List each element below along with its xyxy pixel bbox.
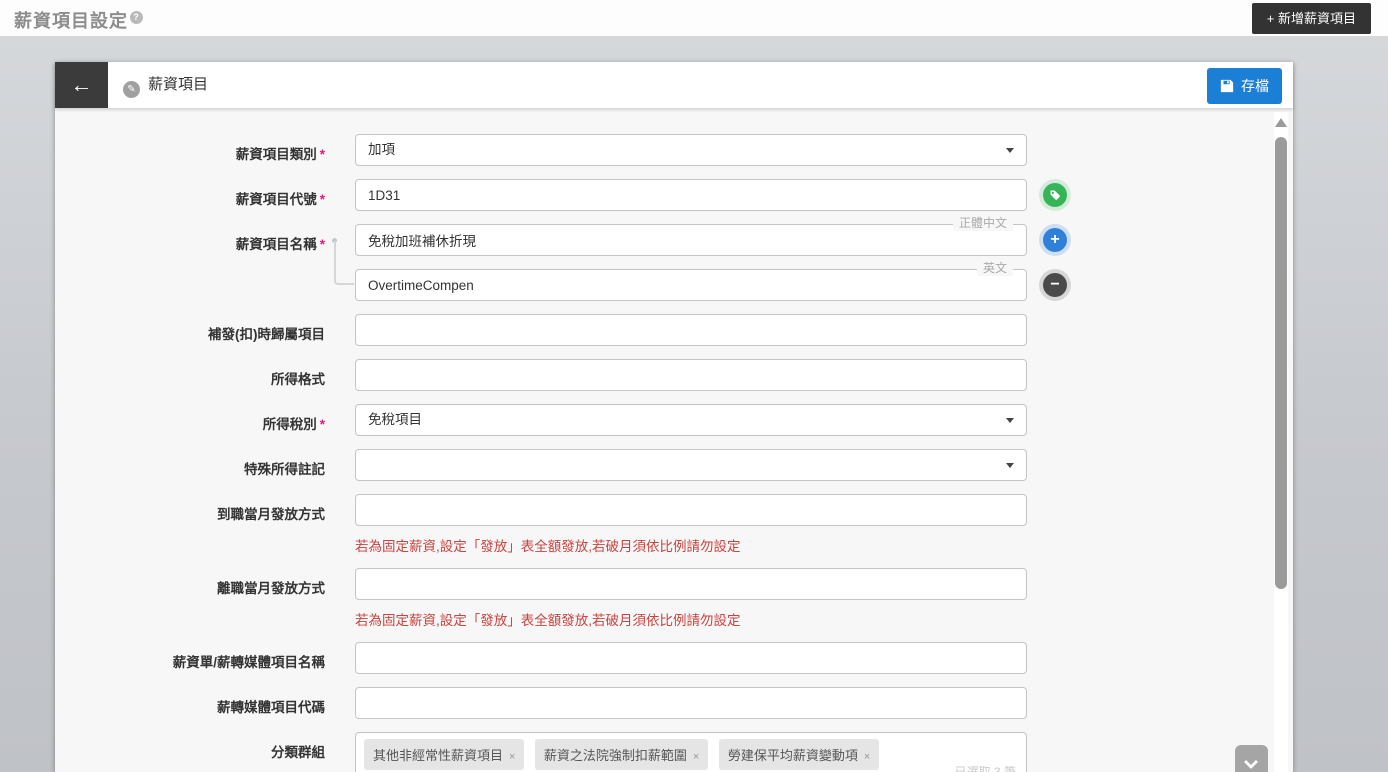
remove-language-button[interactable]: − bbox=[1043, 273, 1067, 297]
category-select[interactable]: 加項 bbox=[355, 134, 1027, 166]
selected-count: 已選取 3 筆 bbox=[954, 765, 1016, 772]
name-zh-tag: 正體中文 bbox=[952, 216, 1013, 231]
name-label: 薪資項目名稱 * bbox=[235, 237, 325, 252]
row-income-format: 所得格式 bbox=[55, 359, 1293, 391]
chevron-down-icon bbox=[1006, 418, 1014, 423]
row-tax-type: 所得稅別 * 免稅項目 bbox=[55, 404, 1293, 436]
tag-remove-icon[interactable]: × bbox=[693, 751, 699, 763]
required-asterisk: * bbox=[319, 237, 325, 252]
row-name: 薪資項目名稱* 正體中文 + 英文 − bbox=[55, 216, 1293, 301]
scrollbar-thumb[interactable] bbox=[1275, 137, 1287, 589]
back-arrow-icon: ← bbox=[70, 72, 93, 97]
row-payslip-name: 薪資單/薪轉媒體項目名稱 bbox=[55, 642, 1293, 674]
plus-icon: + bbox=[1050, 231, 1060, 248]
group-tag: 其他非經常性薪資項目 × bbox=[364, 739, 525, 770]
name-en-tag: 英文 bbox=[976, 261, 1013, 276]
row-offboard-pay: 離職當月發放方式 若為固定薪資,設定「發放」表全額發放,若破月須依比例請勿設定 bbox=[55, 568, 1293, 629]
form-body: 薪資項目類別 * 加項 薪資項目代號 * 1D31 薪資項目名稱 * 免稅加班補… bbox=[55, 108, 1293, 772]
special-income-select[interactable] bbox=[355, 449, 1027, 481]
media-code-input[interactable] bbox=[355, 687, 1027, 719]
chevron-down-icon bbox=[1243, 754, 1259, 770]
card-title: ✎ 薪資項目 bbox=[123, 62, 208, 108]
offboard-pay-input[interactable] bbox=[355, 568, 1027, 600]
code-label: 薪資項目代號 * bbox=[235, 192, 325, 207]
name-en-input[interactable] bbox=[355, 269, 1027, 301]
top-bar: 薪資項目設定? + 新增薪資項目 bbox=[0, 0, 1388, 37]
page-title: 薪資項目設定? bbox=[14, 7, 143, 33]
help-icon[interactable]: ? bbox=[130, 11, 143, 24]
save-button[interactable]: 存檔 bbox=[1207, 68, 1282, 104]
scrollbar-track[interactable] bbox=[1274, 112, 1288, 772]
save-button-label: 存檔 bbox=[1241, 78, 1269, 94]
row-media-code: 薪轉媒體項目代碼 bbox=[55, 687, 1293, 719]
group-tag: 薪資之法院強制扣薪範圍 × bbox=[534, 739, 709, 770]
income-format-label: 所得格式 bbox=[271, 372, 325, 387]
tax-type-value: 免稅項目 bbox=[368, 412, 422, 427]
group-tag: 勞建保平均薪資變動項 × bbox=[718, 739, 880, 770]
tag-icon-button[interactable] bbox=[1043, 183, 1067, 207]
special-income-label: 特殊所得註記 bbox=[244, 462, 325, 477]
pencil-icon: ✎ bbox=[123, 81, 140, 98]
onboard-pay-label: 到職當月發放方式 bbox=[217, 507, 325, 522]
offboard-pay-label: 離職當月發放方式 bbox=[217, 581, 325, 596]
row-special-income: 特殊所得註記 bbox=[55, 449, 1293, 481]
connector-line bbox=[334, 241, 354, 285]
income-format-input[interactable] bbox=[355, 359, 1027, 391]
payslip-name-label: 薪資單/薪轉媒體項目名稱 bbox=[172, 655, 325, 670]
row-category: 薪資項目類別 * 加項 bbox=[55, 134, 1293, 166]
add-language-button[interactable]: + bbox=[1043, 228, 1067, 252]
chevron-down-icon bbox=[1006, 463, 1014, 468]
category-value: 加項 bbox=[368, 142, 395, 157]
scroll-down-button[interactable] bbox=[1235, 745, 1268, 772]
tax-type-select[interactable]: 免稅項目 bbox=[355, 404, 1027, 436]
scroll-up-icon[interactable] bbox=[1275, 118, 1287, 127]
required-asterisk: * bbox=[319, 192, 325, 207]
onboard-pay-input[interactable] bbox=[355, 494, 1027, 526]
offboard-pay-note: 若為固定薪資,設定「發放」表全額發放,若破月須依比例請勿設定 bbox=[355, 613, 741, 628]
tax-type-label: 所得稅別 * bbox=[262, 417, 325, 432]
row-code: 薪資項目代號 * bbox=[55, 179, 1293, 211]
minus-icon: − bbox=[1050, 276, 1060, 293]
media-code-label: 薪轉媒體項目代碼 bbox=[217, 700, 325, 715]
code-input[interactable] bbox=[355, 179, 1027, 211]
groups-label: 分類群組 bbox=[271, 745, 325, 760]
add-salary-item-button[interactable]: + 新增薪資項目 bbox=[1251, 3, 1371, 34]
row-onboard-pay: 到職當月發放方式 若為固定薪資,設定「發放」表全額發放,若破月須依比例請勿設定 bbox=[55, 494, 1293, 555]
page-title-text: 薪資項目設定 bbox=[14, 11, 128, 31]
groups-tag-box[interactable]: 其他非經常性薪資項目 × 薪資之法院強制扣薪範圍 × 勞建保平均薪資變動項 × 已選取… bbox=[355, 732, 1027, 772]
card-title-text: 薪資項目 bbox=[148, 76, 209, 93]
retro-item-label: 補發(扣)時歸屬項目 bbox=[208, 327, 325, 342]
tag-remove-icon[interactable]: × bbox=[509, 751, 515, 763]
row-groups: 分類群組 其他非經常性薪資項目 × 薪資之法院強制扣薪範圍 × 勞建保平均薪資變動項… bbox=[55, 732, 1293, 772]
required-asterisk: * bbox=[319, 417, 325, 432]
payslip-name-input[interactable] bbox=[355, 642, 1027, 674]
tag-icon bbox=[1050, 190, 1060, 200]
save-icon bbox=[1220, 79, 1234, 93]
salary-item-card: ← ✎ 薪資項目 存檔 薪資項目類別 * 加項 薪資項目代號 * 1D31 薪資… bbox=[55, 62, 1293, 772]
required-asterisk: * bbox=[319, 147, 325, 162]
chevron-down-icon bbox=[1006, 148, 1014, 153]
row-retro-item: 補發(扣)時歸屬項目 bbox=[55, 314, 1293, 346]
back-button[interactable]: ← bbox=[55, 62, 108, 108]
onboard-pay-note: 若為固定薪資,設定「發放」表全額發放,若破月須依比例請勿設定 bbox=[355, 539, 741, 554]
name-zh-input[interactable] bbox=[355, 224, 1027, 256]
tag-remove-icon[interactable]: × bbox=[864, 751, 870, 763]
card-header: ← ✎ 薪資項目 存檔 bbox=[55, 62, 1293, 108]
category-label: 薪資項目類別 * bbox=[235, 147, 325, 162]
retro-item-input[interactable] bbox=[355, 314, 1027, 346]
